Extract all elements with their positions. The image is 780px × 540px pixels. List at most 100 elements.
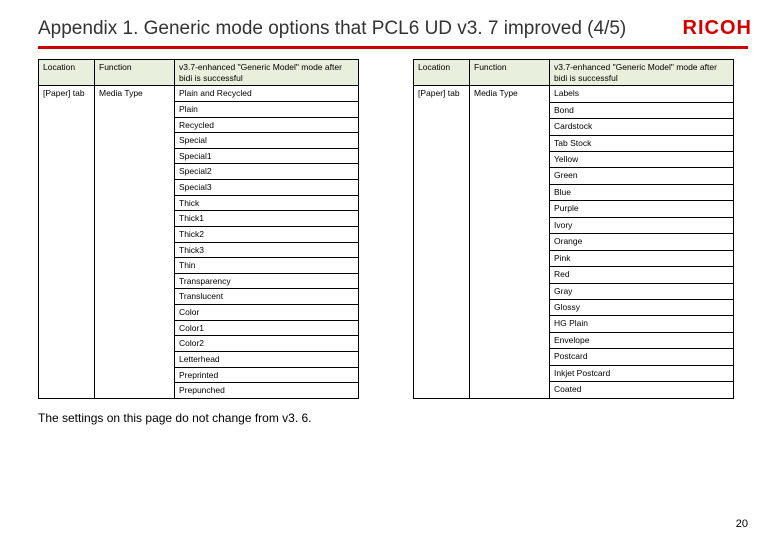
function-cell (95, 226, 175, 242)
location-cell (39, 164, 95, 180)
location-cell (414, 135, 470, 151)
function-cell (470, 382, 550, 399)
location-cell (414, 102, 470, 118)
location-cell (39, 367, 95, 383)
option-value: Orange (550, 234, 734, 250)
option-value: Special1 (175, 148, 359, 164)
location-cell (414, 283, 470, 299)
function-cell: Media Type (95, 86, 175, 102)
option-value: Thick1 (175, 211, 359, 227)
location-cell (414, 168, 470, 184)
ricoh-logo: RICOH (683, 17, 752, 40)
function-cell (470, 168, 550, 184)
option-value: Color (175, 305, 359, 321)
option-value: Color1 (175, 320, 359, 336)
table-row: Transparency (39, 273, 359, 289)
function-cell (95, 383, 175, 399)
function-cell (470, 217, 550, 233)
location-cell (414, 152, 470, 168)
table-row: Gray (414, 283, 734, 299)
location-cell (39, 180, 95, 196)
option-value: Thick (175, 195, 359, 211)
function-cell: Media Type (470, 86, 550, 102)
table-row: Thick (39, 195, 359, 211)
option-value: Ivory (550, 217, 734, 233)
page-number: 20 (736, 518, 748, 530)
location-cell (39, 305, 95, 321)
col-mode: v3.7-enhanced "Generic Model" mode after… (550, 60, 734, 86)
location-cell (414, 349, 470, 365)
option-value: Recycled (175, 117, 359, 133)
option-value: Preprinted (175, 367, 359, 383)
location-cell: [Paper] tab (39, 86, 95, 102)
location-cell (39, 195, 95, 211)
title-row: Appendix 1. Generic mode options that PC… (38, 18, 748, 40)
table-row: Envelope (414, 332, 734, 348)
function-cell (95, 367, 175, 383)
table-row: Special3 (39, 180, 359, 196)
function-cell (95, 195, 175, 211)
option-value: Gray (550, 283, 734, 299)
function-cell (95, 133, 175, 149)
option-value: Blue (550, 184, 734, 200)
option-value: Thick2 (175, 226, 359, 242)
option-value: Yellow (550, 152, 734, 168)
table-row: Translucent (39, 289, 359, 305)
option-value: Cardstock (550, 119, 734, 135)
table-row: Bond (414, 102, 734, 118)
location-cell (414, 332, 470, 348)
option-value: Transparency (175, 273, 359, 289)
option-value: Red (550, 267, 734, 283)
option-value: Plain and Recycled (175, 86, 359, 102)
function-cell (95, 242, 175, 258)
title-underline (38, 46, 748, 49)
table-row: Green (414, 168, 734, 184)
table-row: Red (414, 267, 734, 283)
option-value: Purple (550, 201, 734, 217)
function-cell (470, 349, 550, 365)
table-row: Cardstock (414, 119, 734, 135)
table-header-row: Location Function v3.7-enhanced "Generic… (414, 60, 734, 86)
location-cell (414, 250, 470, 266)
footnote: The settings on this page do not change … (38, 411, 748, 425)
location-cell (39, 117, 95, 133)
table-row: Special1 (39, 148, 359, 164)
col-function: Function (95, 60, 175, 86)
table-row: Thick1 (39, 211, 359, 227)
option-value: Special3 (175, 180, 359, 196)
option-value: Pink (550, 250, 734, 266)
location-cell (39, 320, 95, 336)
col-function: Function (470, 60, 550, 86)
option-value: Labels (550, 86, 734, 102)
location-cell (414, 316, 470, 332)
table-row: Prepunched (39, 383, 359, 399)
option-value: Glossy (550, 299, 734, 315)
function-cell (95, 258, 175, 274)
table-row: Postcard (414, 349, 734, 365)
col-location: Location (414, 60, 470, 86)
table-row: Purple (414, 201, 734, 217)
page-title: Appendix 1. Generic mode options that PC… (38, 18, 626, 40)
function-cell (95, 101, 175, 117)
location-cell (39, 258, 95, 274)
col-location: Location (39, 60, 95, 86)
location-cell (39, 148, 95, 164)
location-cell (39, 242, 95, 258)
table-header-row: Location Function v3.7-enhanced "Generic… (39, 60, 359, 86)
location-cell (39, 351, 95, 367)
location-cell (414, 119, 470, 135)
table-row: Ivory (414, 217, 734, 233)
option-value: Envelope (550, 332, 734, 348)
options-table-left: Location Function v3.7-enhanced "Generic… (38, 59, 359, 399)
table-row: Preprinted (39, 367, 359, 383)
function-cell (470, 234, 550, 250)
function-cell (470, 250, 550, 266)
function-cell (470, 201, 550, 217)
location-cell (414, 234, 470, 250)
col-mode: v3.7-enhanced "Generic Model" mode after… (175, 60, 359, 86)
table-row: Plain (39, 101, 359, 117)
table-row: [Paper] tabMedia TypeLabels (414, 86, 734, 102)
function-cell (95, 180, 175, 196)
table-row: Color1 (39, 320, 359, 336)
location-cell (414, 217, 470, 233)
